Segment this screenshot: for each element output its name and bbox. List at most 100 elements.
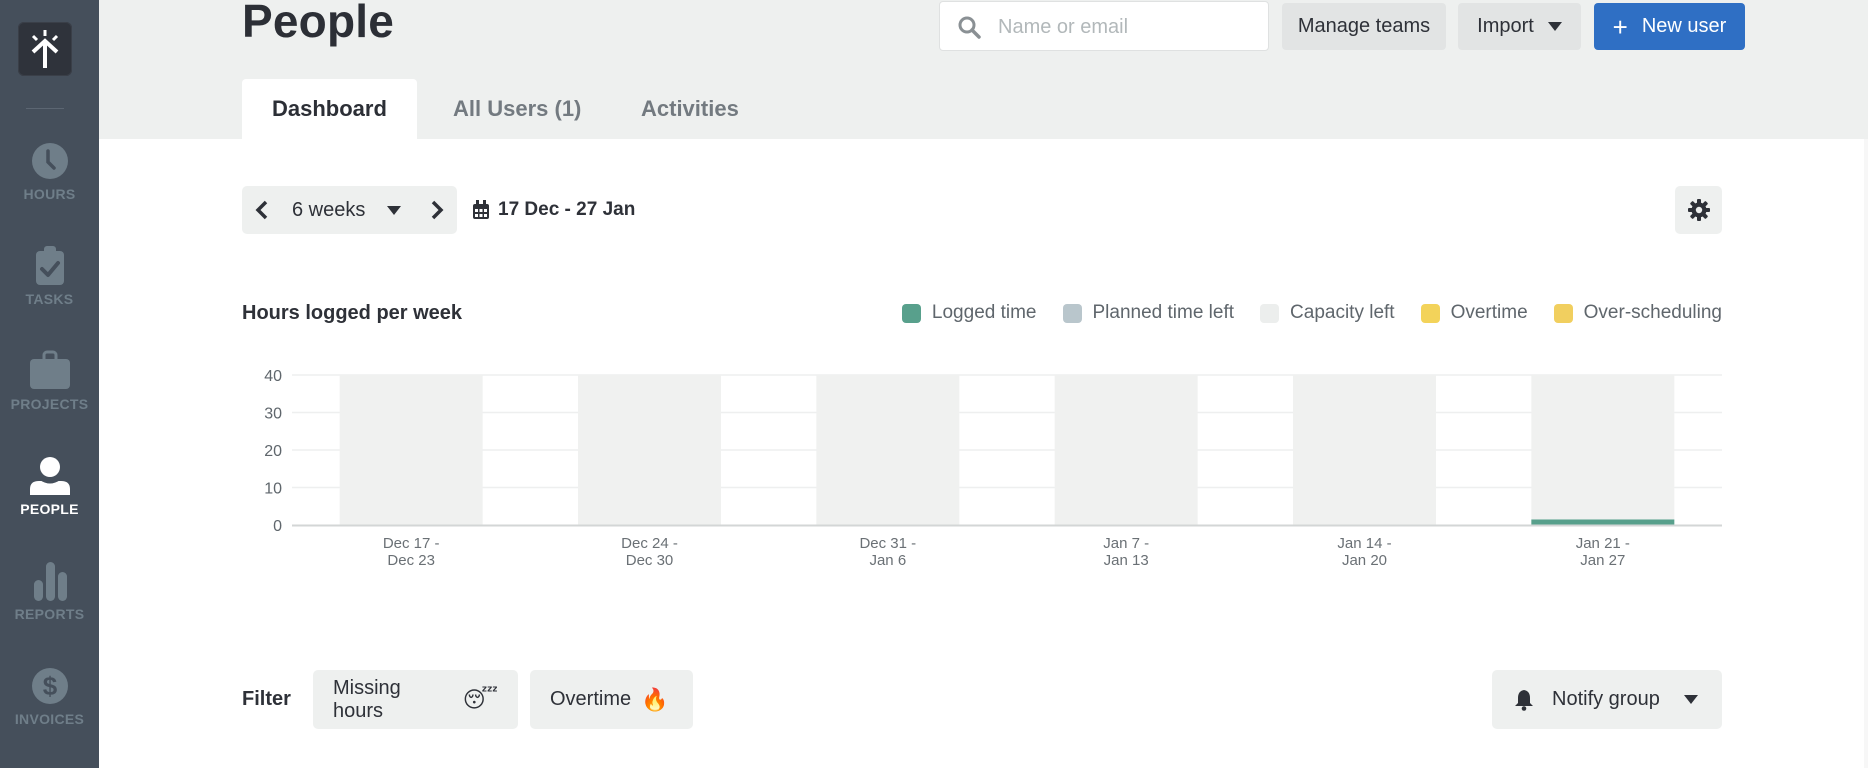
- sidebar-item-label: PEOPLE: [20, 501, 79, 517]
- chevron-right-icon: [431, 200, 444, 220]
- chip-label: Missing hours: [333, 676, 401, 722]
- svg-text:$: $: [42, 671, 57, 701]
- filter-overtime-button[interactable]: Overtime 🔥: [530, 670, 693, 729]
- sidebar-item-label: TASKS: [25, 291, 74, 307]
- gear-icon: [1687, 199, 1710, 221]
- date-range-label: 17 Dec - 27 Jan: [498, 199, 636, 220]
- chart-legend: Logged time Planned time left Capacity l…: [901, 302, 1722, 324]
- legend-item-planned-time-left[interactable]: Planned time left: [1062, 302, 1235, 324]
- legend-label: Planned time left: [1092, 302, 1235, 323]
- tab-activities[interactable]: Activities: [641, 79, 739, 139]
- sidebar-item-invoices[interactable]: $ INVOICES: [0, 665, 99, 727]
- user-icon: [29, 457, 70, 495]
- sidebar-item-label: INVOICES: [14, 711, 85, 727]
- y-tick-label: 40: [264, 368, 282, 385]
- sidebar-item-label: HOURS: [23, 186, 76, 202]
- bar-logged-time: [1531, 519, 1675, 525]
- sidebar-item-tasks[interactable]: TASKS: [0, 245, 99, 307]
- sidebar-item-hours[interactable]: HOURS: [0, 140, 99, 202]
- settings-button[interactable]: [1675, 186, 1722, 234]
- period-selector: 6 weeks: [242, 186, 457, 234]
- x-tick-label: Jan 13: [1104, 552, 1149, 569]
- sidebar-item-reports[interactable]: REPORTS: [0, 560, 99, 622]
- legend-label: Capacity left: [1290, 302, 1395, 323]
- import-label: Import: [1477, 15, 1534, 37]
- bar-chart-icon: [33, 562, 67, 601]
- search-input[interactable]: [996, 2, 1260, 52]
- period-label: 6 weeks: [292, 198, 366, 221]
- legend-swatch: [1260, 303, 1280, 323]
- calendar-icon: [473, 200, 489, 219]
- legend-label: Overtime: [1450, 302, 1528, 323]
- x-tick-label: Dec 24 -: [621, 535, 678, 552]
- scrollbar-track[interactable]: [1864, 139, 1868, 768]
- sidebar-divider: [26, 108, 64, 109]
- legend-item-over-scheduling[interactable]: Over-scheduling: [1553, 302, 1722, 324]
- legend-swatch: [1420, 303, 1440, 323]
- briefcase-icon: [29, 350, 70, 389]
- bar-capacity-left: [339, 375, 483, 525]
- y-tick-label: 0: [273, 518, 282, 535]
- y-tick-label: 10: [264, 481, 282, 498]
- legend-label: Logged time: [931, 302, 1037, 323]
- clipboard-check-icon: [35, 246, 64, 285]
- filter-missing-hours-button[interactable]: Missing hours 😴: [313, 670, 518, 729]
- x-tick-label: Jan 7 -: [1103, 535, 1149, 552]
- caret-down-icon: [1683, 695, 1698, 704]
- bar-capacity-left: [816, 375, 960, 525]
- x-tick-label: Jan 20: [1342, 552, 1387, 569]
- bar-capacity-left: [1054, 375, 1198, 525]
- caret-down-icon: [387, 205, 402, 215]
- next-period-button[interactable]: [417, 186, 457, 234]
- sidebar-item-projects[interactable]: PROJECTS: [0, 350, 99, 412]
- new-user-label: New user: [1641, 15, 1727, 37]
- manage-teams-button[interactable]: Manage teams: [1282, 3, 1446, 50]
- chart-title: Hours logged per week: [242, 302, 463, 324]
- fire-icon: 🔥: [641, 686, 669, 712]
- chip-label: Overtime: [550, 688, 632, 710]
- arrow-up-burst-logo-icon: [31, 30, 59, 68]
- legend-item-capacity-left[interactable]: Capacity left: [1260, 302, 1395, 324]
- bell-icon: [1515, 689, 1533, 711]
- bar-capacity-left: [1531, 375, 1675, 520]
- sidebar-item-label: PROJECTS: [10, 396, 89, 412]
- sleeping-face-icon: 😴: [462, 686, 498, 712]
- x-tick-label: Jan 14 -: [1337, 535, 1391, 552]
- x-tick-label: Dec 31 -: [859, 535, 916, 552]
- notify-group-label: Notify group: [1552, 688, 1660, 710]
- y-tick-label: 20: [264, 443, 282, 460]
- x-tick-label: Jan 27: [1580, 552, 1625, 569]
- legend-swatch: [1062, 303, 1082, 323]
- x-tick-label: Jan 6: [869, 552, 906, 569]
- bar-capacity-left: [578, 375, 721, 525]
- plus-icon: +: [1612, 11, 1628, 42]
- sidebar-item-people[interactable]: PEOPLE: [0, 455, 99, 517]
- date-range-picker[interactable]: 17 Dec - 27 Jan: [472, 186, 635, 234]
- legend-label: Over-scheduling: [1583, 302, 1722, 323]
- period-dropdown[interactable]: 6 weeks: [292, 186, 402, 234]
- search-icon: [958, 16, 981, 39]
- x-tick-label: Dec 17 -: [383, 535, 440, 552]
- app-logo[interactable]: [18, 22, 72, 76]
- tab-all-users[interactable]: All Users (1): [453, 79, 581, 139]
- caret-down-icon: [1547, 22, 1562, 31]
- sidebar-item-label: REPORTS: [14, 606, 85, 622]
- search-field[interactable]: [939, 1, 1269, 52]
- dollar-circle-icon: $: [31, 668, 68, 704]
- x-tick-label: Dec 30: [626, 552, 674, 569]
- previous-period-button[interactable]: [242, 186, 282, 234]
- legend-swatch: [901, 303, 921, 323]
- legend-item-logged-time[interactable]: Logged time: [901, 302, 1037, 324]
- new-user-button[interactable]: + New user: [1594, 3, 1745, 50]
- filter-label: Filter: [242, 688, 291, 710]
- page-title: People: [242, 0, 395, 47]
- y-tick-label: 30: [264, 406, 282, 423]
- chevron-left-icon: [255, 200, 268, 220]
- notify-group-dropdown[interactable]: Notify group: [1492, 670, 1722, 729]
- x-tick-label: Jan 21 -: [1576, 535, 1630, 552]
- tab-dashboard[interactable]: Dashboard: [242, 79, 417, 139]
- legend-swatch: [1553, 303, 1573, 323]
- import-dropdown-button[interactable]: Import: [1458, 3, 1581, 50]
- bar-capacity-left: [1293, 375, 1436, 525]
- legend-item-overtime[interactable]: Overtime: [1420, 302, 1528, 324]
